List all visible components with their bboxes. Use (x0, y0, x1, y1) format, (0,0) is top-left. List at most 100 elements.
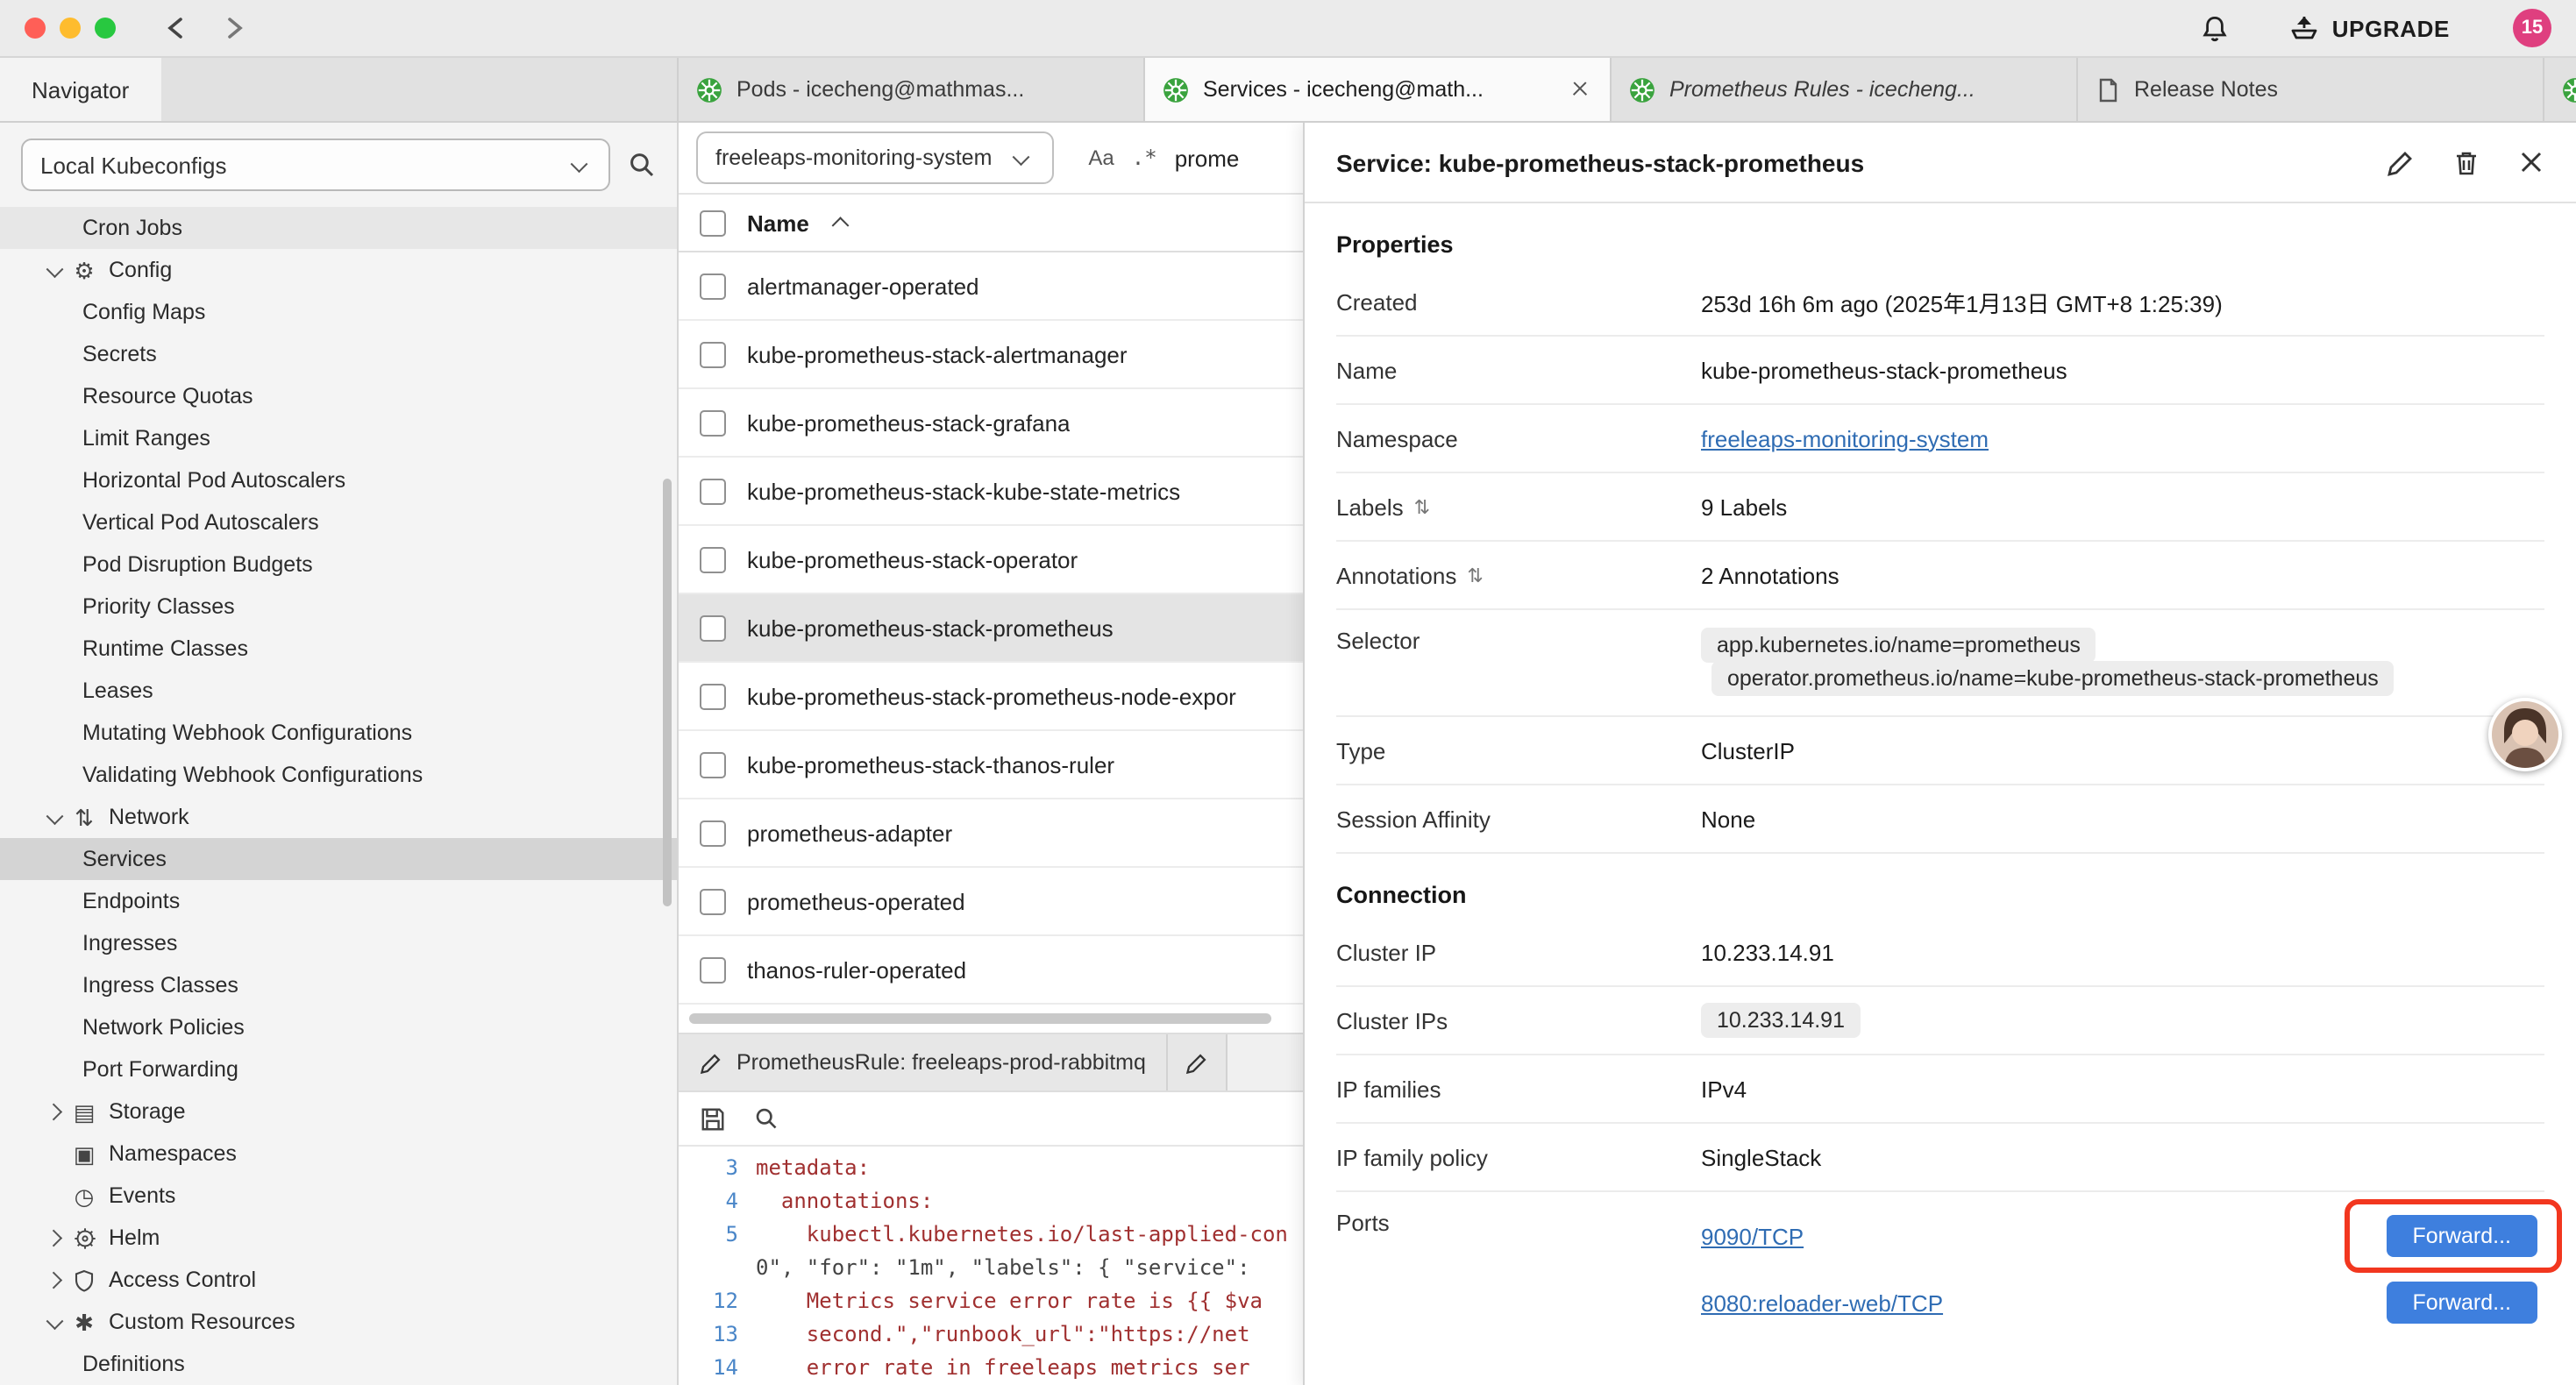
sidebar-item-port-forwarding[interactable]: Port Forwarding (0, 1048, 677, 1090)
pencil-icon (1186, 1051, 1209, 1074)
forward-button[interactable] (217, 14, 249, 42)
close-tab-icon[interactable] (1568, 77, 1592, 102)
sidebar-item-secrets[interactable]: Secrets (0, 333, 677, 375)
editor-tab-prometheusrule[interactable]: PrometheusRule: freeleaps-prod-rabbitmq (679, 1034, 1169, 1090)
sidebar-item-endpoints[interactable]: Endpoints (0, 880, 677, 922)
upgrade-button[interactable]: UPGRADE (2288, 14, 2450, 42)
tab-release-notes[interactable]: Release Notes (2078, 58, 2544, 121)
sidebar-item-runtime-classes[interactable]: Runtime Classes (0, 628, 677, 670)
selector-chip: operator.prometheus.io/name=kube-prometh… (1711, 661, 2395, 696)
sidebar-group-access-control[interactable]: Access Control (0, 1259, 677, 1301)
port-link-8080[interactable]: 8080:reloader-web/TCP (1701, 1289, 1943, 1316)
edit-button[interactable] (2387, 148, 2415, 176)
select-all-checkbox[interactable] (700, 210, 726, 236)
row-checkbox[interactable] (700, 888, 726, 914)
table-row[interactable]: thanos-ruler-operated (679, 936, 1306, 1005)
notification-count-badge[interactable]: 15 (2513, 9, 2551, 47)
annotations-expand-toggle[interactable]: ⇅ (1467, 564, 1483, 586)
asterisk-icon: ✱ (70, 1310, 98, 1333)
table-row[interactable]: kube-prometheus-stack-operator (679, 526, 1306, 594)
sidebar-group-storage[interactable]: ▤Storage (0, 1090, 677, 1133)
row-checkbox[interactable] (700, 820, 726, 846)
code-line: kubectl.kubernetes.io/last-applied-con (756, 1218, 1288, 1252)
minimize-window-button[interactable] (60, 18, 81, 39)
tab-pods[interactable]: Pods - icecheng@mathmas... (679, 58, 1145, 121)
close-panel-button[interactable] (2518, 149, 2544, 175)
sidebar-search-button[interactable] (628, 151, 656, 179)
table-row[interactable]: prometheus-adapter (679, 799, 1306, 868)
row-checkbox[interactable] (700, 614, 726, 641)
sidebar-item-pod-disruption-budgets[interactable]: Pod Disruption Budgets (0, 543, 677, 586)
editor-search-icon[interactable] (754, 1106, 779, 1131)
sidebar-item-events[interactable]: ◷Events (0, 1175, 677, 1217)
table-row[interactable]: kube-prometheus-stack-kube-state-metrics (679, 458, 1306, 526)
row-checkbox[interactable] (700, 683, 726, 709)
regex-toggle[interactable]: .* (1132, 146, 1157, 170)
sidebar-item-ingress-classes[interactable]: Ingress Classes (0, 964, 677, 1006)
sidebar-item-config-maps[interactable]: Config Maps (0, 291, 677, 333)
table-row-selected[interactable]: kube-prometheus-stack-prometheus (679, 594, 1306, 663)
yaml-editor[interactable]: 3metadata: 4 annotations: 5 kubectl.kube… (679, 1147, 1306, 1385)
row-checkbox[interactable] (700, 341, 726, 367)
table-row[interactable]: kube-prometheus-stack-grafana (679, 389, 1306, 458)
avatar[interactable] (2488, 698, 2562, 771)
row-checkbox[interactable] (700, 478, 726, 504)
namespace-link[interactable]: freeleaps-monitoring-system (1701, 425, 1989, 451)
notifications-bell-icon[interactable] (2201, 13, 2229, 43)
sidebar-group-network[interactable]: ⇅Network (0, 796, 677, 838)
forward-button[interactable]: Forward... (2386, 1282, 2537, 1324)
sidebar-item-services[interactable]: Services (0, 838, 677, 880)
sidebar-item-resource-quotas[interactable]: Resource Quotas (0, 375, 677, 417)
sidebar-item-mutating-webhook-configurations[interactable]: Mutating Webhook Configurations (0, 712, 677, 754)
row-checkbox[interactable] (700, 273, 726, 299)
namespace-filter-select[interactable]: freeleaps-monitoring-system (696, 131, 1053, 184)
forward-button[interactable]: Forward... (2386, 1215, 2537, 1257)
editor-tab-partial[interactable] (1169, 1034, 1228, 1090)
close-window-button[interactable] (25, 18, 46, 39)
row-checkbox[interactable] (700, 409, 726, 436)
tab-services[interactable]: Services - icecheng@math... (1145, 58, 1612, 121)
table-row[interactable]: alertmanager-operated (679, 252, 1306, 321)
back-button[interactable] (161, 14, 193, 42)
tab-argo[interactable]: Argo S (2544, 58, 2576, 121)
table-row[interactable]: kube-prometheus-stack-alertmanager (679, 321, 1306, 389)
sidebar-item-vertical-pod-autoscalers[interactable]: Vertical Pod Autoscalers (0, 501, 677, 543)
sidebar-item-definitions[interactable]: Definitions (0, 1343, 677, 1385)
sidebar-group-helm[interactable]: Helm (0, 1217, 677, 1259)
sidebar-item-network-policies[interactable]: Network Policies (0, 1006, 677, 1048)
chevron-down-icon (42, 805, 67, 829)
row-checkbox[interactable] (700, 956, 726, 983)
sidebar-group-custom-resources[interactable]: ✱Custom Resources (0, 1301, 677, 1343)
port-link-9090[interactable]: 9090/TCP (1701, 1223, 1804, 1249)
network-arrows-icon: ⇅ (70, 806, 98, 828)
row-checkbox[interactable] (700, 751, 726, 778)
sidebar-item-priority-classes[interactable]: Priority Classes (0, 586, 677, 628)
maximize-window-button[interactable] (95, 18, 116, 39)
cluster-wheel-icon (2562, 76, 2576, 103)
column-header-name[interactable]: Name (747, 210, 809, 236)
sidebar-group-config[interactable]: ⚙Config (0, 249, 677, 291)
sidebar-item-namespaces[interactable]: ▣Namespaces (0, 1133, 677, 1175)
sidebar-item-horizontal-pod-autoscalers[interactable]: Horizontal Pod Autoscalers (0, 459, 677, 501)
sidebar-item-validating-webhook-configurations[interactable]: Validating Webhook Configurations (0, 754, 677, 796)
table-row[interactable]: kube-prometheus-stack-prometheus-node-ex… (679, 663, 1306, 731)
table-row[interactable]: prometheus-operated (679, 868, 1306, 936)
tab-strip: Navigator Pods - icecheng@mathmas... Ser… (0, 58, 2576, 123)
sidebar-item-limit-ranges[interactable]: Limit Ranges (0, 417, 677, 459)
tab-prometheus-rules[interactable]: Prometheus Rules - icecheng... (1612, 58, 2078, 121)
labels-expand-toggle[interactable]: ⇅ (1414, 495, 1430, 518)
sidebar-item-ingresses[interactable]: Ingresses (0, 922, 677, 964)
save-icon[interactable] (700, 1105, 726, 1132)
sidebar-scrollbar[interactable] (663, 479, 672, 906)
horizontal-scrollbar[interactable] (689, 1013, 1271, 1024)
search-input[interactable]: Aa .* prome (1074, 133, 1289, 182)
sidebar-item-leases[interactable]: Leases (0, 670, 677, 712)
kubeconfig-select[interactable]: Local Kubeconfigs (21, 138, 610, 191)
upgrade-icon (2288, 14, 2320, 42)
delete-button[interactable] (2453, 148, 2480, 176)
table-row[interactable]: kube-prometheus-stack-thanos-ruler (679, 731, 1306, 799)
sidebar-item-cron-jobs[interactable]: Cron Jobs (0, 207, 677, 249)
match-case-toggle[interactable]: Aa (1088, 146, 1114, 170)
row-checkbox[interactable] (700, 546, 726, 572)
navigator-tab[interactable]: Navigator (0, 58, 160, 121)
